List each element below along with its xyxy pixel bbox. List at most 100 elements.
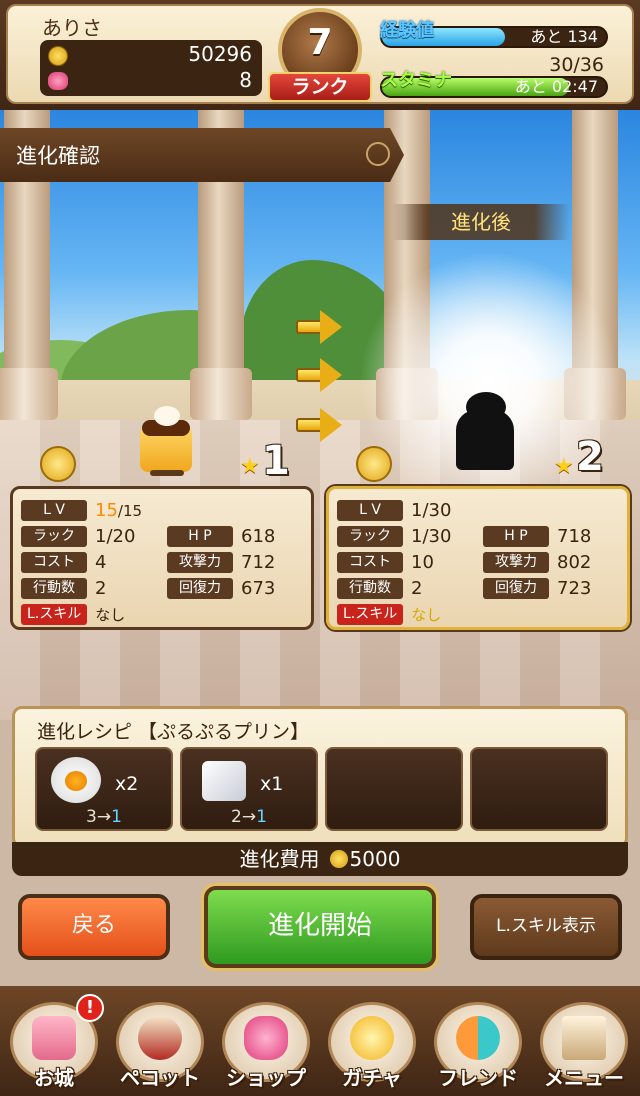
cost-value: 5000 (349, 847, 401, 871)
after-evolution-label: 進化後 (392, 204, 570, 240)
after-luck: 1/30 (411, 525, 452, 547)
evolution-cost-bar: 進化費用 5000 (12, 842, 628, 876)
after-cost: 10 (411, 551, 434, 573)
coin-badge-icon (356, 446, 392, 482)
hp-tag: H P (167, 525, 233, 547)
recovery-tag: 回復力 (167, 577, 233, 599)
rank-badge: 7 ランク (268, 8, 372, 106)
coin-badge-icon (40, 446, 76, 482)
rank-label: ランク (268, 72, 372, 102)
cost-label: 進化費用 (239, 847, 320, 871)
sugar-icon (202, 761, 246, 801)
nav-label: お城 (34, 1066, 74, 1090)
gem-icon (48, 72, 68, 90)
page-header: 進化確認 (0, 128, 404, 182)
currency-box: 50296 8 (40, 40, 262, 96)
coin-count: 50296 (188, 42, 252, 66)
stamina-remaining: あと 02:47 (514, 77, 598, 96)
cost-tag: コスト (21, 551, 87, 573)
start-evolution-button[interactable]: 進化開始 (204, 886, 436, 968)
evolution-recipe-panel: 進化レシピ 【ぷるぷるプリン】 x2 3→1 x1 2→1 (12, 706, 628, 848)
luck-tag: ラック (337, 525, 403, 547)
egg-icon (51, 757, 101, 803)
hp-tag: H P (483, 525, 549, 547)
recipe-slot[interactable]: x1 2→1 (180, 747, 318, 831)
gacha-icon (350, 1016, 394, 1060)
after-star-count: 2 (576, 434, 604, 480)
slot-quantity: x2 (115, 773, 139, 795)
before-attack: 712 (241, 551, 276, 573)
coin-icon (48, 46, 68, 66)
before-stats-panel: L V 15/15 ラック 1/20 H P 618 コスト 4 攻撃力 712 行動数 2… (10, 486, 314, 630)
right-arrow-icon (296, 358, 344, 392)
recipe-slot[interactable]: x2 3→1 (35, 747, 173, 831)
back-button[interactable]: 戻る (18, 894, 170, 960)
leader-skill-tag: L.スキル (21, 603, 88, 625)
status-bar: ありさ 50296 8 あと 134 経験値 30/36 あと 02:47 スタ… (0, 0, 640, 110)
nav-label: フレンド (438, 1066, 518, 1090)
before-cost: 4 (95, 551, 107, 573)
before-actions: 2 (95, 577, 107, 599)
before-star-count: 1 (262, 438, 290, 484)
evolved-silhouette (452, 392, 518, 476)
before-leader-skill: なし (95, 605, 126, 624)
nav-menu[interactable]: メニュー (532, 996, 636, 1096)
after-actions: 2 (411, 577, 423, 599)
star-icon: ★ (554, 454, 574, 479)
rank-number: 7 (307, 22, 333, 63)
exp-label: 経験値 (380, 20, 434, 41)
coin-icon (329, 850, 348, 868)
attack-tag: 攻撃力 (167, 551, 233, 573)
before-hp: 618 (241, 525, 276, 547)
nav-friend[interactable]: フレンド (426, 996, 530, 1096)
recipe-slot-empty (325, 747, 463, 831)
before-luck: 1/20 (95, 525, 136, 547)
before-recovery: 673 (241, 577, 276, 599)
nav-label: ショップ (226, 1066, 306, 1090)
attack-tag: 攻撃力 (483, 551, 549, 573)
stamina-value: 30/36 (549, 54, 604, 76)
luck-tag: ラック (21, 525, 87, 547)
nav-pecot[interactable]: ペコット (108, 996, 212, 1096)
actions-tag: 行動数 (337, 577, 403, 599)
exp-remaining: あと 134 (530, 27, 598, 46)
friends-icon (456, 1016, 500, 1060)
nav-label: ガチャ (342, 1066, 402, 1090)
username: ありさ (42, 16, 102, 40)
leader-skill-tag: L.スキル (337, 603, 404, 625)
book-icon (562, 1016, 606, 1060)
recipe-slot-empty (470, 747, 608, 831)
alert-badge: ! (76, 994, 104, 1022)
after-recovery: 723 (557, 577, 592, 599)
after-leader-skill: なし (411, 605, 442, 624)
star-icon: ★ (240, 454, 260, 479)
lv-tag: L V (21, 499, 87, 521)
before-lv-current: 15 (95, 499, 118, 521)
right-arrow-icon (296, 408, 344, 442)
gem-count: 8 (239, 68, 252, 92)
cost-tag: コスト (337, 551, 403, 573)
slot-ratio: 2→1 (231, 807, 267, 827)
castle-icon (32, 1016, 76, 1060)
slot-quantity: x1 (260, 773, 284, 795)
nav-castle[interactable]: ! お城 (2, 994, 106, 1096)
before-lv-max: /15 (117, 501, 143, 520)
stamina-label: スタミナ (380, 70, 452, 91)
recipe-title: 進化レシピ 【ぷるぷるプリン】 (37, 721, 310, 743)
after-hp: 718 (557, 525, 592, 547)
actions-tag: 行動数 (21, 577, 87, 599)
pecot-icon (138, 1016, 182, 1060)
after-lv: 1/30 (411, 499, 452, 521)
header-ornament-icon (366, 142, 390, 166)
nav-shop[interactable]: ショップ (214, 996, 318, 1096)
after-attack: 802 (557, 551, 592, 573)
after-stats-panel: L V 1/30 ラック 1/30 H P 718 コスト 10 攻撃力 802 行動数 2… (326, 486, 630, 630)
lv-tag: L V (337, 499, 403, 521)
page-title: 進化確認 (16, 144, 100, 168)
recovery-tag: 回復力 (483, 577, 549, 599)
leader-skill-button[interactable]: L.スキル表示 (470, 894, 622, 960)
right-arrow-icon (296, 310, 344, 344)
nav-gacha[interactable]: ガチャ (320, 996, 424, 1096)
slot-ratio: 3→1 (86, 807, 122, 827)
nav-label: ペコット (120, 1066, 200, 1090)
